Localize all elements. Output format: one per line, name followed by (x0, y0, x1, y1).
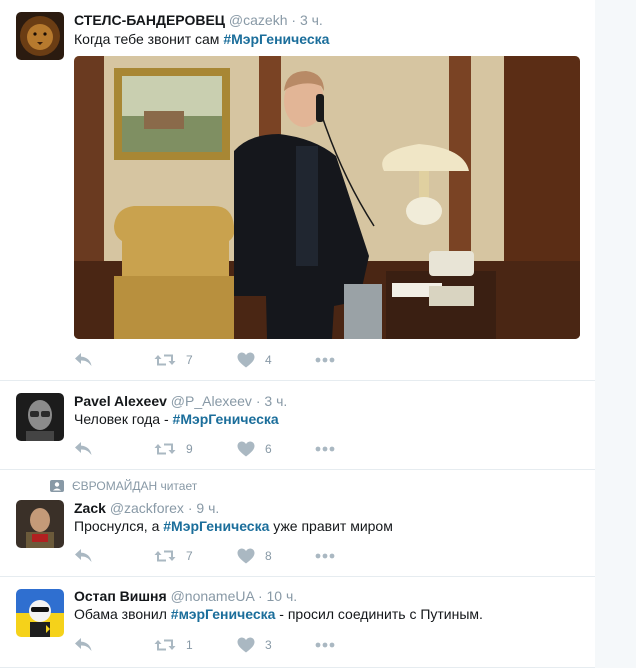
tweet-context: ЄВРОМАЙДАН читает (50, 479, 197, 493)
tweet-text: Когда тебе звонит сам #МэрГеническа (74, 30, 329, 48)
retweet-count: 7 (186, 353, 193, 367)
like-button[interactable]: 4 (237, 350, 272, 370)
heart-icon (237, 637, 255, 653)
avatar-lion[interactable] (16, 12, 64, 60)
retweet-icon (154, 548, 176, 564)
retweet-button[interactable]: 9 (154, 439, 193, 459)
timestamp[interactable]: 3 ч. (300, 12, 323, 28)
retweet-icon (154, 441, 176, 457)
avatar-zack[interactable] (16, 500, 64, 548)
retweet-count: 9 (186, 442, 193, 456)
retweet-button[interactable]: 7 (154, 350, 193, 370)
author-name[interactable]: Pavel Alexeev (74, 393, 167, 409)
tweet-header: Остап Вишня @nonameUA · 10 ч. (74, 587, 297, 605)
retweet-button[interactable]: 1 (154, 635, 193, 655)
separator: · (187, 500, 193, 516)
text-part: Проснулся, а (74, 518, 164, 534)
author-handle[interactable]: @P_Alexeev (171, 393, 252, 409)
tweet-header: Pavel Alexeev @P_Alexeev · 3 ч. (74, 392, 287, 410)
heart-icon (237, 352, 255, 368)
text-part: Человек года - (74, 411, 173, 427)
reply-icon (74, 441, 94, 457)
person-icon (50, 480, 64, 492)
more-icon (315, 357, 335, 363)
context-text[interactable]: ЄВРОМАЙДАН читает (72, 479, 197, 493)
hashtag-link[interactable]: #МэрГеническа (163, 518, 269, 534)
more-icon (315, 553, 335, 559)
text-part: - просил соединить с Путиным. (275, 606, 483, 622)
author-name[interactable]: Zack (74, 500, 106, 516)
tweet-header: Zack @zackforex · 9 ч. (74, 499, 219, 517)
more-button[interactable] (315, 350, 335, 370)
author-handle[interactable]: @cazekh (229, 12, 288, 28)
timestamp[interactable]: 3 ч. (264, 393, 287, 409)
retweet-count: 1 (186, 638, 193, 652)
hashtag-link[interactable]: #МэрГеническа (173, 411, 279, 427)
reply-icon (74, 548, 94, 564)
tweet-1[interactable]: СТЕЛС-БАНДЕРОВЕЦ @cazekh · 3 ч. Когда те… (0, 0, 595, 381)
heart-icon (237, 548, 255, 564)
reply-icon (74, 352, 94, 368)
tweet-photo[interactable] (74, 56, 580, 339)
avatar-ukraine-flag[interactable] (16, 589, 64, 637)
reply-icon (74, 637, 94, 653)
tweet-2[interactable]: Pavel Alexeev @P_Alexeev · 3 ч. Человек … (0, 381, 595, 470)
more-icon (315, 642, 335, 648)
separator: · (255, 393, 261, 409)
retweet-icon (154, 352, 176, 368)
retweet-button[interactable]: 7 (154, 546, 193, 566)
reply-button[interactable] (74, 439, 94, 459)
hashtag-link[interactable]: #мэрГеническа (171, 606, 276, 622)
text-part: Обама звонил (74, 606, 171, 622)
separator: · (291, 12, 297, 28)
hashtag-link[interactable]: #МэрГеническа (223, 31, 329, 47)
heart-icon (237, 441, 255, 457)
retweet-count: 7 (186, 549, 193, 563)
tweet-3[interactable]: ЄВРОМАЙДАН читает Zack @zackforex · 9 ч.… (0, 470, 595, 577)
author-handle[interactable]: @zackforex (110, 500, 184, 516)
like-count: 8 (265, 549, 272, 563)
author-name[interactable]: СТЕЛС-БАНДЕРОВЕЦ (74, 12, 225, 28)
timeline: СТЕЛС-БАНДЕРОВЕЦ @cazekh · 3 ч. Когда те… (0, 0, 595, 668)
more-button[interactable] (315, 439, 335, 459)
tweet-text: Обама звонил #мэрГеническа - просил соед… (74, 605, 483, 623)
author-name[interactable]: Остап Вишня (74, 588, 167, 604)
like-count: 6 (265, 442, 272, 456)
text-part: Когда тебе звонит сам (74, 31, 224, 47)
like-button[interactable]: 3 (237, 635, 272, 655)
more-button[interactable] (315, 635, 335, 655)
timestamp[interactable]: 10 ч. (267, 588, 298, 604)
timestamp[interactable]: 9 ч. (196, 500, 219, 516)
tweet-header: СТЕЛС-БАНДЕРОВЕЦ @cazekh · 3 ч. (74, 11, 323, 29)
more-icon (315, 446, 335, 452)
avatar-man-glasses[interactable] (16, 393, 64, 441)
retweet-icon (154, 637, 176, 653)
author-handle[interactable]: @nonameUA (171, 588, 254, 604)
more-button[interactable] (315, 546, 335, 566)
like-button[interactable]: 8 (237, 546, 272, 566)
reply-button[interactable] (74, 350, 94, 370)
reply-button[interactable] (74, 546, 94, 566)
separator: · (257, 588, 263, 604)
tweet-text: Человек года - #МэрГеническа (74, 410, 279, 428)
tweet-4[interactable]: Остап Вишня @nonameUA · 10 ч. Обама звон… (0, 577, 595, 668)
text-part: уже правит миром (269, 518, 393, 534)
like-count: 3 (265, 638, 272, 652)
tweet-text: Проснулся, а #МэрГеническа уже правит ми… (74, 517, 393, 535)
like-count: 4 (265, 353, 272, 367)
like-button[interactable]: 6 (237, 439, 272, 459)
reply-button[interactable] (74, 635, 94, 655)
